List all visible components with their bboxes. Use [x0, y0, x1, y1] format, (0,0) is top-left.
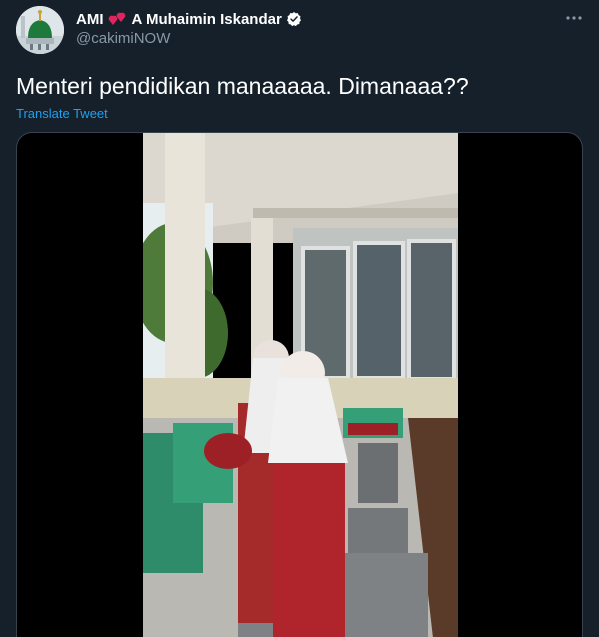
verified-badge-icon: [286, 12, 301, 27]
more-dots-icon: [566, 16, 582, 20]
mosque-dome-icon: [16, 6, 64, 54]
avatar[interactable]: [16, 6, 64, 54]
display-name[interactable]: AMI: [76, 11, 104, 28]
video-scene-image: [143, 133, 458, 637]
video-thumbnail[interactable]: [143, 133, 458, 637]
translate-tweet-link[interactable]: Translate Tweet: [16, 106, 108, 121]
more-options-button[interactable]: [560, 6, 588, 30]
author-handle[interactable]: @cakimiNOW: [76, 30, 170, 47]
hearts-emoji-icon: [108, 12, 125, 25]
display-name-suffix[interactable]: A Muhaimin Iskandar: [132, 11, 282, 28]
tweet-text: Menteri pendidikan manaaaaa. Dimanaaa??: [16, 73, 469, 99]
tweet-media-video[interactable]: [16, 132, 583, 637]
author-name-row[interactable]: AMI A Muhaimin Iskandar: [76, 9, 302, 29]
